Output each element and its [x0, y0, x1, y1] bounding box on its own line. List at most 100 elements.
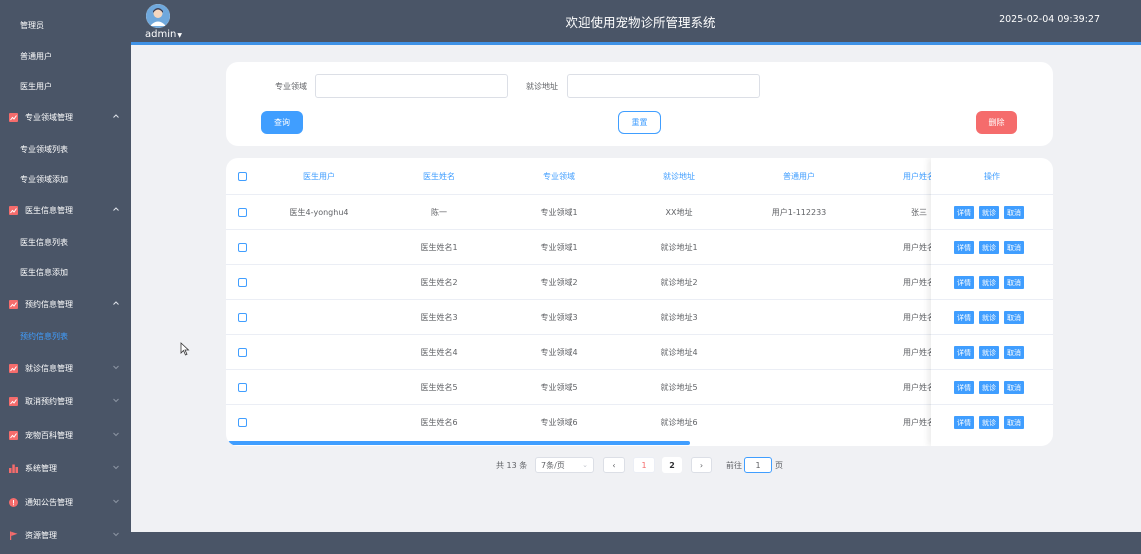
table-cell: 专业领域4	[540, 348, 578, 357]
table-cell: 就诊地址5	[660, 383, 698, 392]
detail-button[interactable]: 详情	[954, 416, 974, 429]
table-row[interactable]: 医生姓名5 专业领域5 就诊地址5 用户姓名	[226, 369, 1053, 404]
chevron-down-icon	[113, 465, 119, 470]
sidebar-group-notice[interactable]: 通知公告管理	[0, 487, 131, 517]
table-cell	[739, 265, 859, 300]
sidebar-group-pet-wiki[interactable]: 宠物百科管理	[0, 420, 131, 450]
visit-button[interactable]: 就诊	[979, 416, 999, 429]
cancel-button[interactable]: 取消	[1004, 276, 1024, 289]
detail-button[interactable]: 详情	[954, 276, 974, 289]
sidebar-group-system[interactable]: 系统管理	[0, 453, 131, 483]
reset-button[interactable]: 重置	[618, 111, 661, 134]
row-checkbox[interactable]	[238, 418, 247, 427]
page-number[interactable]: 2	[662, 457, 682, 473]
visit-button[interactable]: 就诊	[979, 241, 999, 254]
sidebar-item-appointment-list[interactable]: 预约信息列表	[0, 321, 131, 351]
row-actions: 详情 就诊 取消	[954, 241, 1024, 254]
sidebar-group-resource[interactable]: 资源管理	[0, 520, 131, 550]
sidebar-group-doctor[interactable]: 医生信息管理	[0, 195, 131, 225]
table-row[interactable]: 医生姓名2 专业领域2 就诊地址2 用户姓名	[226, 264, 1053, 299]
horizontal-scrollbar[interactable]	[228, 441, 690, 445]
sidebar-item-doctor-user[interactable]: 医生用户	[0, 71, 131, 101]
goto-suffix: 页	[775, 460, 783, 470]
row-checkbox[interactable]	[238, 278, 247, 287]
detail-button[interactable]: 详情	[954, 241, 974, 254]
sidebar-item-field-list[interactable]: 专业领域列表	[0, 134, 131, 164]
bottom-bar	[131, 532, 1141, 554]
table-cell: 就诊地址1	[660, 243, 698, 252]
row-checkbox[interactable]	[238, 348, 247, 357]
chart-icon	[9, 299, 18, 309]
visit-button[interactable]: 就诊	[979, 206, 999, 219]
sidebar-group-cancel[interactable]: 取消预约管理	[0, 386, 131, 416]
visit-button[interactable]: 就诊	[979, 276, 999, 289]
table-cell: 就诊地址3	[660, 313, 698, 322]
cancel-button[interactable]: 取消	[1004, 346, 1024, 359]
delete-button[interactable]: 删除	[976, 111, 1017, 134]
row-actions: 详情 就诊 取消	[954, 276, 1024, 289]
table-cell	[739, 300, 859, 335]
chevron-up-icon	[113, 114, 119, 118]
col-header[interactable]: 就诊地址	[619, 158, 739, 194]
cancel-button[interactable]: 取消	[1004, 311, 1024, 324]
table-cell	[259, 370, 379, 405]
detail-button[interactable]: 详情	[954, 311, 974, 324]
col-header[interactable]: 医生用户	[259, 158, 379, 194]
address-input[interactable]	[567, 74, 760, 98]
sidebar-group-field[interactable]: 专业领域管理	[0, 102, 131, 132]
chevron-up-icon	[113, 301, 119, 305]
page-number[interactable]: 1	[633, 457, 655, 473]
sidebar-item-field-add[interactable]: 专业领域添加	[0, 164, 131, 194]
select-all-checkbox[interactable]	[238, 172, 247, 181]
sidebar-item-doctor-add[interactable]: 医生信息添加	[0, 257, 131, 287]
next-page-button[interactable]: ›	[691, 457, 712, 473]
col-header[interactable]: 专业领域	[499, 158, 619, 194]
detail-button[interactable]: 详情	[954, 206, 974, 219]
operation-row: 详情 就诊 取消	[931, 194, 1053, 229]
row-actions: 详情 就诊 取消	[954, 381, 1024, 394]
row-checkbox[interactable]	[238, 313, 247, 322]
sidebar-item-doctor-list[interactable]: 医生信息列表	[0, 227, 131, 257]
table-cell: 陈一	[431, 208, 447, 217]
goto-page-input[interactable]: 1	[744, 457, 772, 473]
table-row[interactable]: 医生姓名4 专业领域4 就诊地址4 用户姓名	[226, 334, 1053, 369]
detail-button[interactable]: 详情	[954, 346, 974, 359]
cancel-button[interactable]: 取消	[1004, 241, 1024, 254]
table-row[interactable]: 医生姓名3 专业领域3 就诊地址3 用户姓名	[226, 299, 1053, 334]
table-row[interactable]: 医生姓名1 专业领域1 就诊地址1 用户姓名	[226, 229, 1053, 264]
row-checkbox[interactable]	[238, 383, 247, 392]
sidebar-group-visit[interactable]: 就诊信息管理	[0, 353, 131, 383]
operation-row: 详情 就诊 取消	[931, 299, 1053, 334]
table-cell	[739, 370, 859, 405]
row-checkbox[interactable]	[238, 243, 247, 252]
info-icon	[9, 497, 18, 507]
prev-page-button[interactable]: ‹	[603, 457, 625, 473]
detail-button[interactable]: 详情	[954, 381, 974, 394]
table-row[interactable]: 医生姓名6 专业领域6 就诊地址6 用户姓名	[226, 404, 1053, 439]
visit-button[interactable]: 就诊	[979, 381, 999, 394]
col-header[interactable]: 普通用户	[739, 158, 859, 194]
page-size-select[interactable]: 7条/页 ⌄	[535, 457, 594, 473]
chevron-down-icon: ⌄	[582, 461, 588, 469]
chevron-down-icon	[113, 432, 119, 437]
visit-button[interactable]: 就诊	[979, 346, 999, 359]
table-cell: 医生姓名5	[420, 383, 458, 392]
cancel-button[interactable]: 取消	[1004, 206, 1024, 219]
table-cell: 医生姓名6	[420, 418, 458, 427]
field-input[interactable]	[315, 74, 508, 98]
sidebar-item-normal-user[interactable]: 普通用户	[0, 41, 131, 71]
table-cell: 就诊地址2	[660, 278, 698, 287]
goto-label: 前往	[726, 460, 742, 470]
sidebar-group-appointment[interactable]: 预约信息管理	[0, 289, 131, 319]
row-checkbox[interactable]	[238, 208, 247, 217]
operation-row: 详情 就诊 取消	[931, 404, 1053, 439]
table-row[interactable]: 医生4-yonghu4 陈一 专业领域1 XX地址 用户1-112233 张三	[226, 194, 1053, 229]
row-actions: 详情 就诊 取消	[954, 346, 1024, 359]
cancel-button[interactable]: 取消	[1004, 381, 1024, 394]
visit-button[interactable]: 就诊	[979, 311, 999, 324]
table-cell: 用户1-112233	[771, 208, 827, 217]
query-button[interactable]: 查询	[261, 111, 303, 134]
search-form: 专业领域 就诊地址 查询 重置 删除	[226, 62, 1053, 146]
col-header[interactable]: 医生姓名	[379, 158, 499, 194]
cancel-button[interactable]: 取消	[1004, 416, 1024, 429]
